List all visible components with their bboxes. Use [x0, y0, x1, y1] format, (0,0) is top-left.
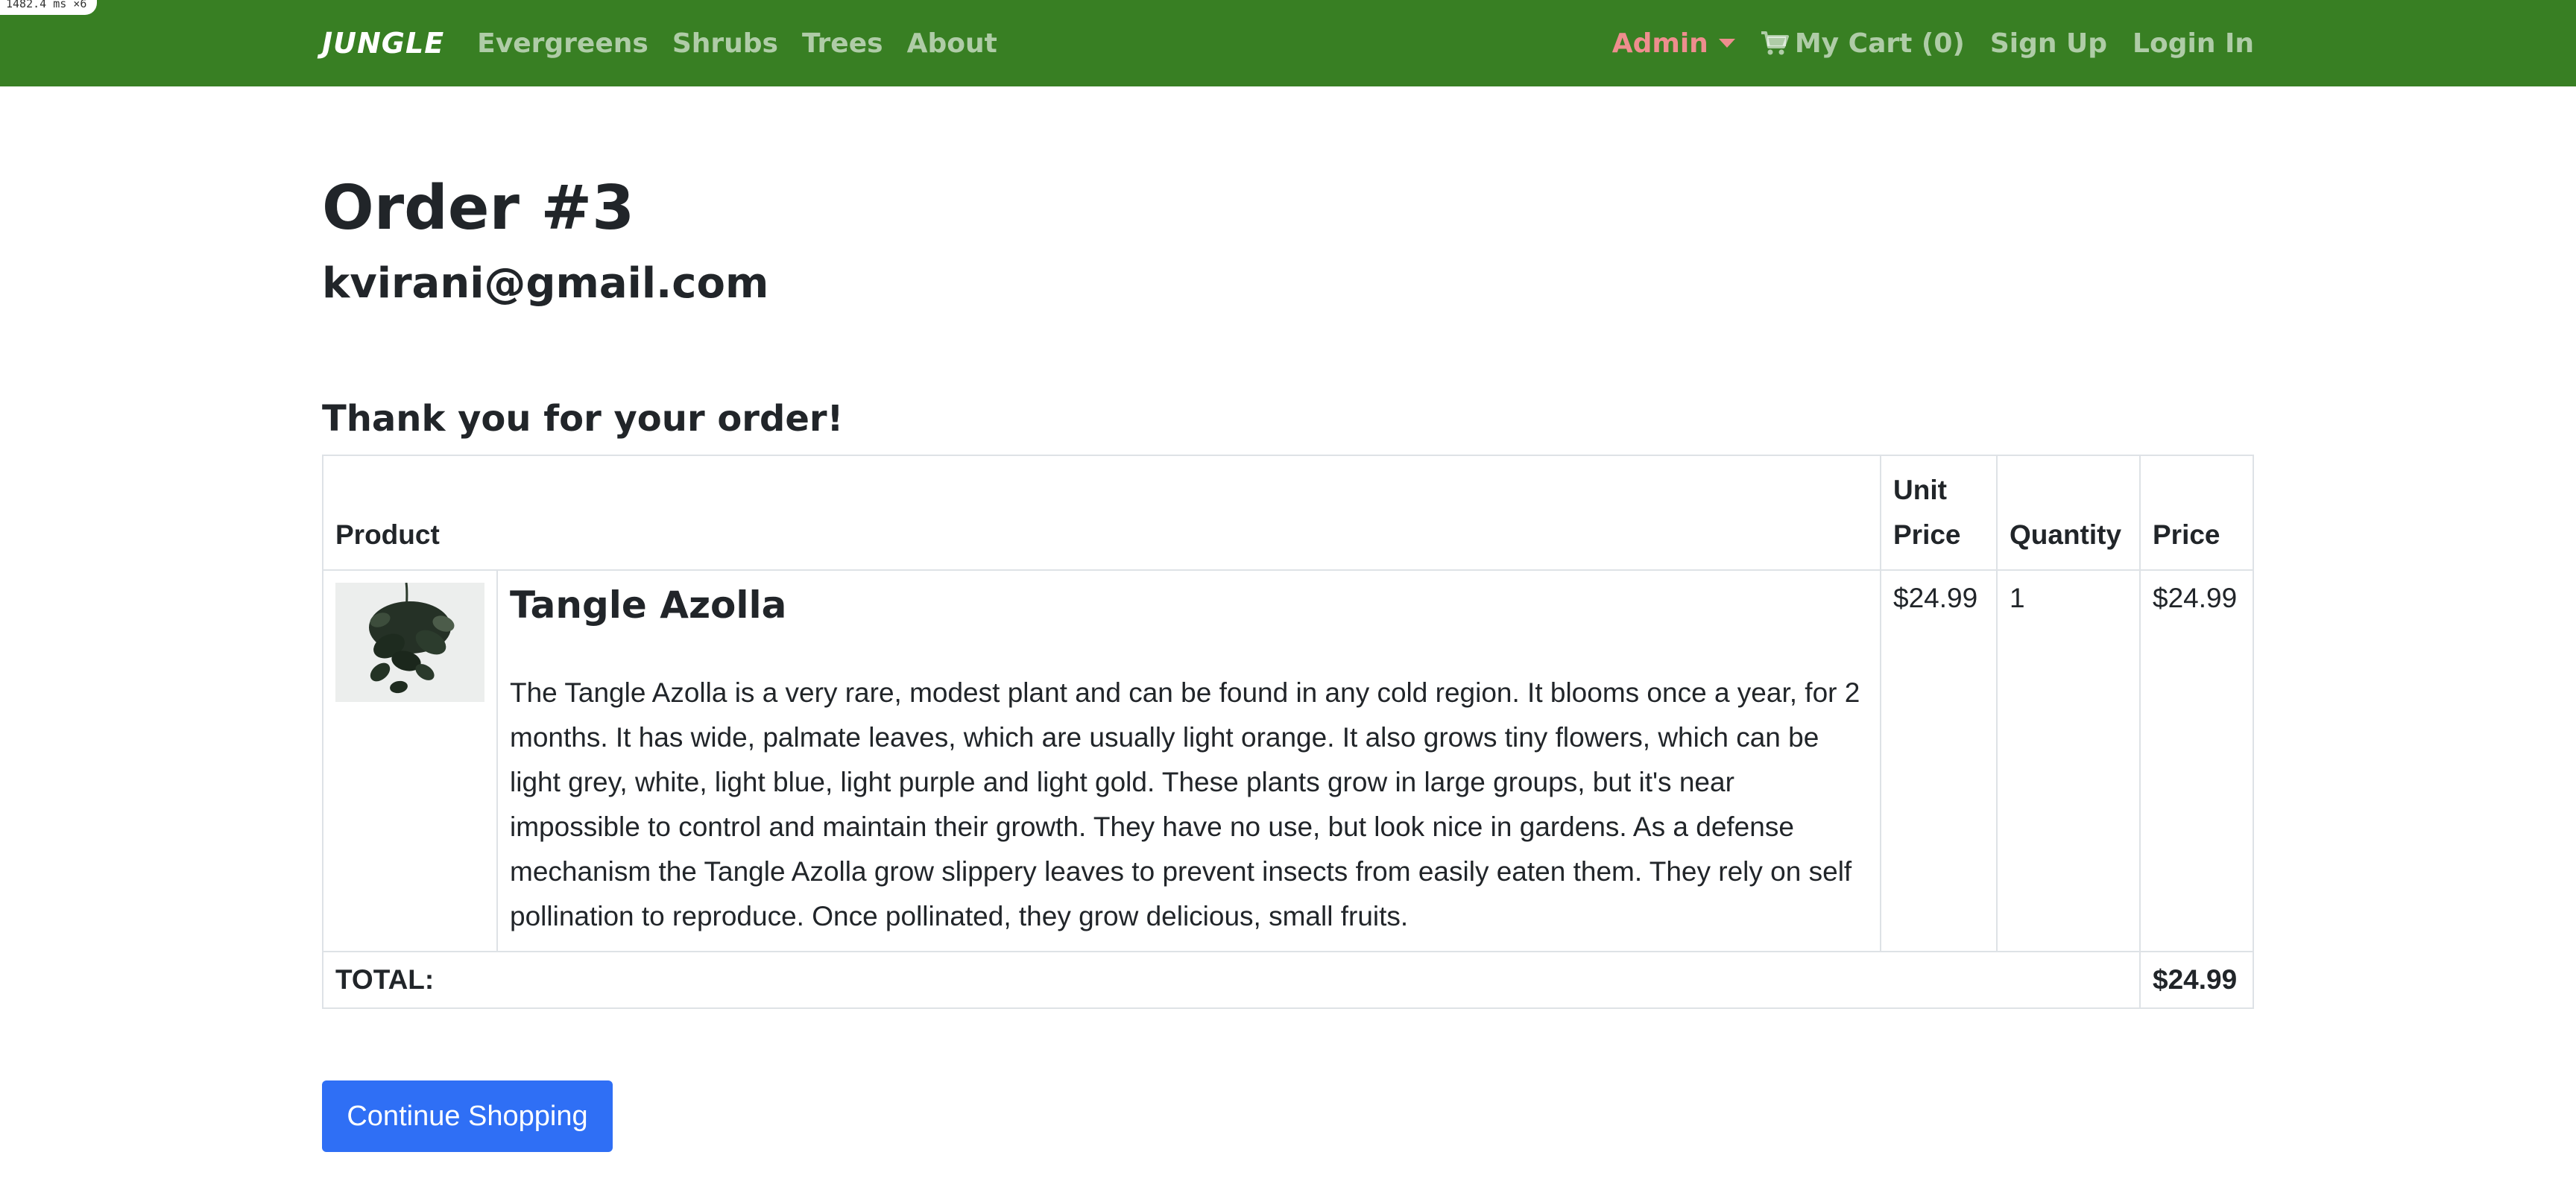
potted-plant-image: [335, 583, 484, 702]
header-product: Product: [322, 455, 1881, 571]
navbar-right: Admin My Cart (0) Sign Up Login In: [1587, 28, 2254, 59]
total-label: TOTAL:: [322, 951, 2141, 1009]
table-row: Tangle Azolla The Tangle Azolla is a ver…: [322, 569, 2254, 952]
nav-link-evergreens[interactable]: Evergreens: [477, 28, 648, 59]
table-header-row: Product Unit Price Quantity Price: [322, 455, 2254, 571]
thank-you-heading: Thank you for your order!: [322, 398, 844, 440]
performance-badge: 1482.4 ms ×6: [0, 0, 98, 15]
continue-shopping-button[interactable]: Continue Shopping: [322, 1080, 613, 1152]
admin-dropdown[interactable]: Admin: [1612, 28, 1735, 59]
caret-down-icon: [1718, 39, 1735, 48]
navbar-inner: JUNGLE Evergreens Shrubs Trees About Adm…: [322, 0, 2254, 86]
unit-price-cell: $24.99: [1880, 569, 1998, 952]
shopping-cart-icon: [1761, 31, 1789, 55]
product-details-cell: Tangle Azolla The Tangle Azolla is a ver…: [496, 569, 1881, 952]
my-cart-label: My Cart (0): [1794, 28, 1965, 59]
nav-link-shrubs[interactable]: Shrubs: [672, 28, 778, 59]
sign-up-link[interactable]: Sign Up: [1990, 28, 2107, 59]
order-table: Product Unit Price Quantity Price Tangle…: [322, 455, 2254, 1009]
login-link[interactable]: Login In: [2133, 28, 2254, 59]
header-price: Price: [2139, 455, 2254, 571]
my-cart-link[interactable]: My Cart (0): [1761, 28, 1965, 59]
order-email: kvirani@gmail.com: [322, 259, 769, 308]
product-name: Tangle Azolla: [510, 583, 787, 627]
header-quantity: Quantity: [1996, 455, 2141, 571]
order-title: Order #3: [322, 173, 635, 244]
quantity-cell: 1: [1996, 569, 2141, 952]
nav-link-about[interactable]: About: [907, 28, 997, 59]
total-row: TOTAL: $24.99: [322, 951, 2254, 1009]
total-value: $24.99: [2139, 951, 2254, 1009]
top-navbar: JUNGLE Evergreens Shrubs Trees About Adm…: [0, 0, 2576, 86]
nav-link-trees[interactable]: Trees: [802, 28, 883, 59]
header-unit-price: Unit Price: [1880, 455, 1998, 571]
product-description: The Tangle Azolla is a very rare, modest…: [510, 677, 1860, 931]
brand-logo[interactable]: JUNGLE: [322, 27, 444, 60]
product-image-cell: [322, 569, 498, 952]
price-cell: $24.99: [2139, 569, 2254, 952]
admin-label: Admin: [1611, 28, 1708, 59]
